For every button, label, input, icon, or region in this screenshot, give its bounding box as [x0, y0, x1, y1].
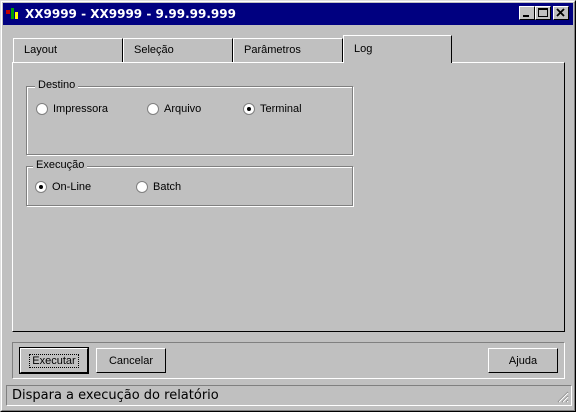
execucao-group-title: Execução — [33, 159, 88, 171]
radio-circle — [36, 103, 48, 115]
close-button[interactable] — [553, 6, 569, 20]
minimize-button[interactable] — [519, 6, 535, 20]
close-icon — [556, 8, 565, 17]
tab-panel-log: Destino Impressora Arquivo Terminal Exec… — [12, 62, 565, 332]
maximize-icon — [538, 8, 548, 17]
radio-impressora[interactable]: Impressora — [36, 103, 108, 115]
button-label: Executar — [29, 353, 79, 368]
destino-group: Destino Impressora Arquivo Terminal — [26, 79, 353, 155]
window-title: XX9999 - XX9999 - 9.99.99.999 — [25, 7, 236, 21]
radio-circle — [136, 181, 148, 193]
radio-arquivo[interactable]: Arquivo — [147, 103, 201, 115]
radio-circle — [147, 103, 159, 115]
title-bar[interactable]: XX9999 - XX9999 - 9.99.99.999 — [3, 3, 573, 25]
execucao-group: Execução On-Line Batch — [26, 159, 353, 206]
tab-parametros[interactable]: Parâmetros — [233, 38, 343, 62]
executar-button[interactable]: Executar — [19, 347, 89, 374]
tab-label: Parâmetros — [244, 44, 301, 56]
button-label: Ajuda — [508, 354, 538, 367]
radio-online[interactable]: On-Line — [35, 181, 91, 193]
radio-circle — [35, 181, 47, 193]
tab-selecao[interactable]: Seleção — [123, 38, 233, 62]
button-panel: Executar Cancelar Ajuda — [12, 342, 565, 379]
destino-group-title: Destino — [35, 79, 79, 91]
main-window: XX9999 - XX9999 - 9.99.99.999 Layout Sel… — [0, 0, 576, 412]
resize-grip-icon[interactable] — [557, 391, 569, 403]
radio-label: Arquivo — [164, 103, 202, 115]
tab-log[interactable]: Log — [343, 35, 452, 63]
maximize-button[interactable] — [535, 6, 551, 20]
status-text: Dispara a execução do relatório — [12, 388, 219, 403]
app-icon — [6, 8, 18, 19]
ajuda-button[interactable]: Ajuda — [488, 348, 558, 373]
tab-label: Log — [354, 43, 373, 55]
cancelar-button[interactable]: Cancelar — [96, 348, 166, 373]
radio-circle — [243, 103, 255, 115]
button-label: Cancelar — [108, 354, 154, 367]
radio-batch[interactable]: Batch — [136, 181, 181, 193]
radio-label: Impressora — [53, 103, 109, 115]
radio-label: On-Line — [52, 181, 92, 193]
radio-label: Terminal — [260, 103, 302, 115]
tab-label: Layout — [24, 44, 58, 56]
radio-terminal[interactable]: Terminal — [243, 103, 302, 115]
status-bar: Dispara a execução do relatório — [6, 385, 572, 406]
radio-label: Batch — [153, 181, 182, 193]
minimize-icon — [523, 15, 529, 17]
tab-layout[interactable]: Layout — [13, 38, 123, 62]
tab-label: Seleção — [134, 44, 174, 56]
